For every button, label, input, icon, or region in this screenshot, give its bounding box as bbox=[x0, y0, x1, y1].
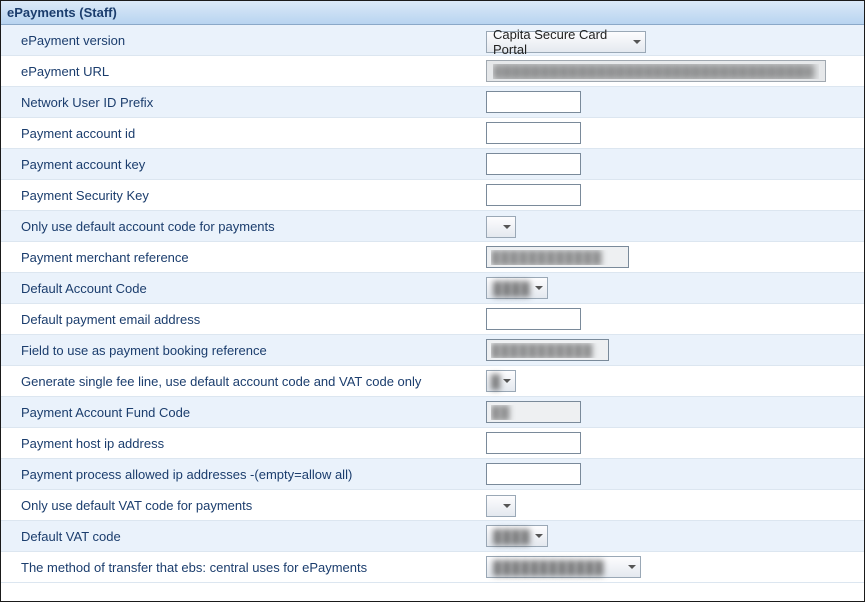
setting-row: ePayment URL bbox=[1, 56, 864, 87]
setting-control bbox=[486, 122, 844, 144]
input-5[interactable] bbox=[486, 184, 581, 206]
setting-label: Payment merchant reference bbox=[21, 250, 486, 265]
setting-control: ████ bbox=[486, 525, 844, 547]
setting-control bbox=[486, 60, 844, 82]
input-10[interactable] bbox=[486, 339, 609, 361]
chevron-down-icon bbox=[503, 225, 511, 229]
setting-control bbox=[486, 153, 844, 175]
setting-label: Payment Security Key bbox=[21, 188, 486, 203]
input-4[interactable] bbox=[486, 153, 581, 175]
setting-row: Payment Security Key bbox=[1, 180, 864, 211]
setting-label: Payment account key bbox=[21, 157, 486, 172]
setting-control bbox=[486, 463, 844, 485]
setting-label: Network User ID Prefix bbox=[21, 95, 486, 110]
setting-label: Generate single fee line, use default ac… bbox=[21, 374, 486, 389]
setting-label: Payment account id bbox=[21, 126, 486, 141]
setting-row: Default payment email address bbox=[1, 304, 864, 335]
setting-row: Payment merchant reference bbox=[1, 242, 864, 273]
setting-control bbox=[486, 401, 844, 423]
setting-control: █ bbox=[486, 370, 844, 392]
setting-label: Default payment email address bbox=[21, 312, 486, 327]
chevron-down-icon bbox=[535, 286, 543, 290]
select-value: Capita Secure Card Portal bbox=[493, 27, 627, 57]
setting-label: Default Account Code bbox=[21, 281, 486, 296]
setting-label: Only use default VAT code for payments bbox=[21, 498, 486, 513]
select-value: ████ bbox=[493, 281, 530, 296]
setting-label: ePayment URL bbox=[21, 64, 486, 79]
select-value: █ bbox=[491, 374, 500, 389]
setting-control: Capita Secure Card Portal bbox=[486, 27, 844, 53]
setting-row: The method of transfer that ebs: central… bbox=[1, 552, 864, 583]
setting-row: Payment account id bbox=[1, 118, 864, 149]
setting-control bbox=[486, 215, 844, 238]
setting-row: Only use default account code for paymen… bbox=[1, 211, 864, 242]
input-3[interactable] bbox=[486, 122, 581, 144]
select-16[interactable]: ████ bbox=[486, 525, 548, 547]
setting-label: Default VAT code bbox=[21, 529, 486, 544]
input-1[interactable] bbox=[486, 60, 826, 82]
setting-row: Payment host ip address bbox=[1, 428, 864, 459]
select-value: ████████████ bbox=[493, 560, 604, 575]
setting-control: ████ bbox=[486, 277, 844, 299]
panel-title: ePayments (Staff) bbox=[1, 1, 864, 25]
chevron-down-icon bbox=[628, 565, 636, 569]
setting-control bbox=[486, 184, 844, 206]
setting-row: Default Account Code ████ bbox=[1, 273, 864, 304]
select-11[interactable]: █ bbox=[486, 370, 516, 392]
select-0[interactable]: Capita Secure Card Portal bbox=[486, 31, 646, 53]
select-15[interactable] bbox=[486, 495, 516, 517]
epayments-panel: ePayments (Staff) ePayment versionCapita… bbox=[0, 0, 865, 602]
chevron-down-icon bbox=[503, 379, 511, 383]
input-2[interactable] bbox=[486, 91, 581, 113]
setting-control bbox=[486, 494, 844, 517]
setting-row: ePayment versionCapita Secure Card Porta… bbox=[1, 25, 864, 56]
setting-control bbox=[486, 308, 844, 330]
input-7[interactable] bbox=[486, 246, 629, 268]
setting-control bbox=[486, 246, 844, 268]
chevron-down-icon bbox=[633, 40, 641, 44]
setting-row: Network User ID Prefix bbox=[1, 87, 864, 118]
input-12[interactable] bbox=[486, 401, 581, 423]
chevron-down-icon bbox=[503, 504, 511, 508]
chevron-down-icon bbox=[535, 534, 543, 538]
setting-row: Payment account key bbox=[1, 149, 864, 180]
setting-control: ████████████ bbox=[486, 556, 844, 578]
input-13[interactable] bbox=[486, 432, 581, 454]
setting-row: Payment process allowed ip addresses -(e… bbox=[1, 459, 864, 490]
setting-row: Default VAT code ████ bbox=[1, 521, 864, 552]
input-9[interactable] bbox=[486, 308, 581, 330]
setting-control bbox=[486, 432, 844, 454]
settings-rows: ePayment versionCapita Secure Card Porta… bbox=[1, 25, 864, 601]
setting-label: Payment process allowed ip addresses -(e… bbox=[21, 467, 486, 482]
select-17[interactable]: ████████████ bbox=[486, 556, 641, 578]
select-6[interactable] bbox=[486, 216, 516, 238]
setting-label: Payment Account Fund Code bbox=[21, 405, 486, 420]
setting-control bbox=[486, 339, 844, 361]
setting-control bbox=[486, 91, 844, 113]
setting-row: Payment Account Fund Code bbox=[1, 397, 864, 428]
setting-row: Generate single fee line, use default ac… bbox=[1, 366, 864, 397]
setting-label: ePayment version bbox=[21, 33, 486, 48]
setting-label: Only use default account code for paymen… bbox=[21, 219, 486, 234]
input-14[interactable] bbox=[486, 463, 581, 485]
setting-label: Field to use as payment booking referenc… bbox=[21, 343, 486, 358]
select-value: ████ bbox=[493, 529, 530, 544]
setting-row: Only use default VAT code for payments bbox=[1, 490, 864, 521]
setting-label: Payment host ip address bbox=[21, 436, 486, 451]
select-8[interactable]: ████ bbox=[486, 277, 548, 299]
setting-label: The method of transfer that ebs: central… bbox=[21, 560, 486, 575]
setting-row: Field to use as payment booking referenc… bbox=[1, 335, 864, 366]
